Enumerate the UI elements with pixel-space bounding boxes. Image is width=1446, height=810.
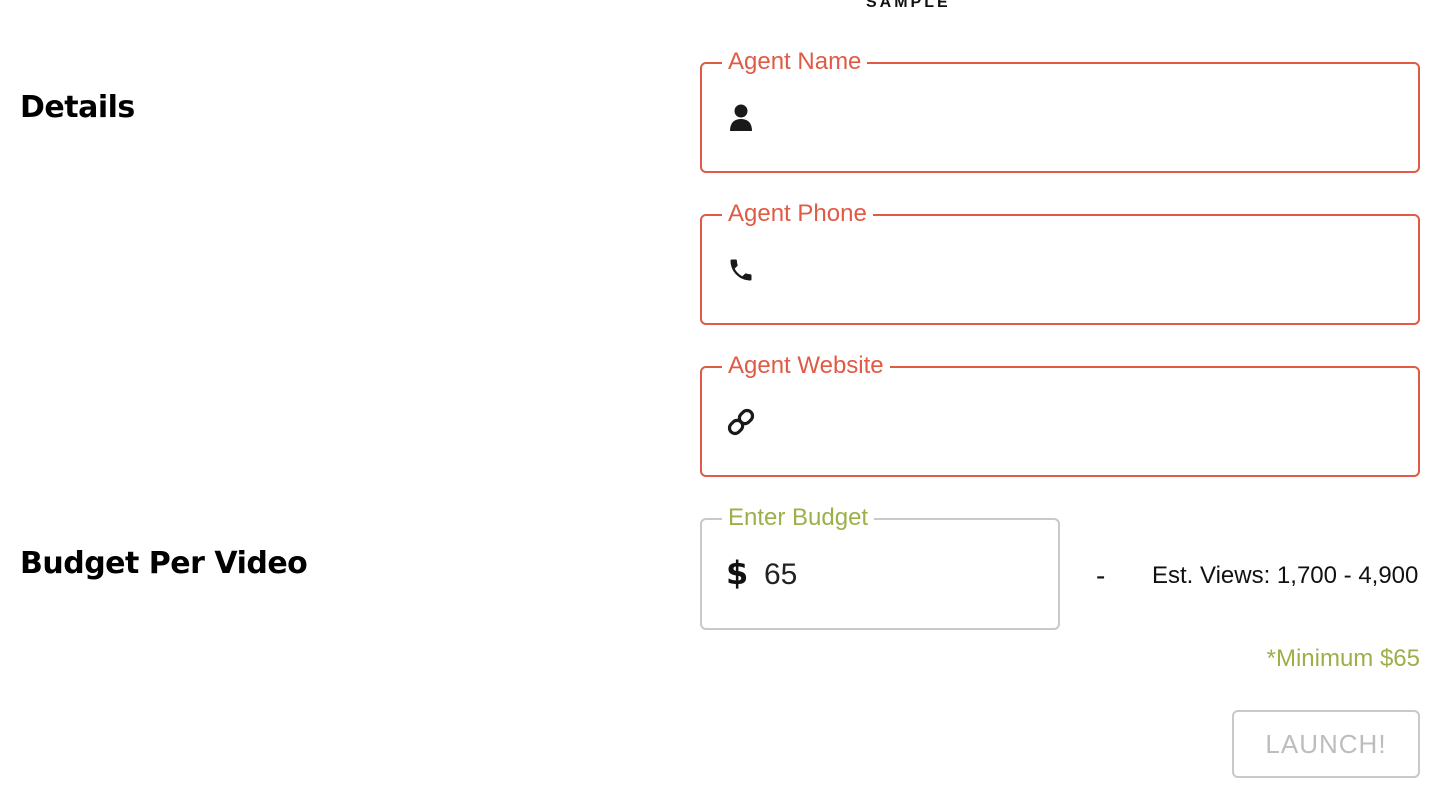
agent-website-field[interactable]: Agent Website xyxy=(700,352,1420,477)
phone-icon xyxy=(726,254,756,286)
launch-button[interactable]: LAUNCH! xyxy=(1232,710,1420,778)
page: SAMPLE Details Budget Per Video Agent Na… xyxy=(0,0,1446,810)
user-icon xyxy=(726,102,756,134)
agent-website-input[interactable] xyxy=(766,398,1398,448)
dollar-icon: $ xyxy=(726,554,749,592)
minimum-budget-note: *Minimum $65 xyxy=(1266,645,1420,672)
agent-phone-field[interactable]: Agent Phone xyxy=(700,200,1420,325)
agent-name-input[interactable] xyxy=(766,94,1398,144)
agent-website-label: Agent Website xyxy=(722,352,890,380)
views-separator: - xyxy=(1096,560,1106,591)
agent-phone-input[interactable] xyxy=(766,246,1398,296)
agent-name-label: Agent Name xyxy=(722,48,868,76)
link-icon xyxy=(726,406,756,438)
details-section-title: Details xyxy=(20,90,135,125)
budget-input[interactable] xyxy=(762,550,1026,600)
budget-field[interactable]: Enter Budget $ xyxy=(700,504,1060,630)
estimated-views: Est. Views: 1,700 - 4,900 xyxy=(1152,562,1419,589)
budget-label: Enter Budget xyxy=(722,504,875,532)
agent-name-field[interactable]: Agent Name xyxy=(700,48,1420,173)
agent-phone-label: Agent Phone xyxy=(722,200,873,228)
budget-section-title: Budget Per Video xyxy=(20,546,308,581)
sample-label: SAMPLE xyxy=(866,0,951,11)
